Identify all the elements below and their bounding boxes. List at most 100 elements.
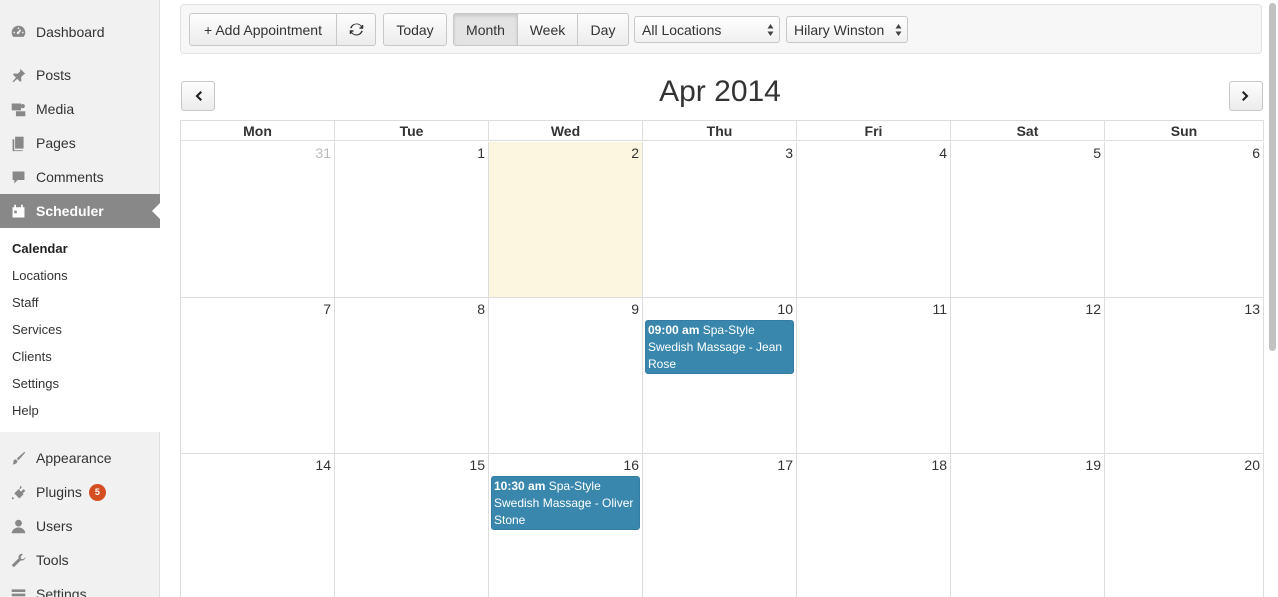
day-number: 18 xyxy=(931,457,947,473)
menu-scheduler[interactable]: Scheduler xyxy=(0,194,160,228)
day-cell[interactable]: 17 xyxy=(643,454,797,597)
day-number: 7 xyxy=(323,301,331,317)
day-cell[interactable]: 19 xyxy=(951,454,1105,597)
weekday-header: Mon xyxy=(181,120,335,141)
day-cell[interactable]: 10 09:00 am Spa-Style Swedish Massage - J… xyxy=(643,298,797,454)
location-select[interactable]: All Locations xyxy=(634,16,780,43)
submenu-clients[interactable]: Clients xyxy=(12,349,52,364)
menu-media[interactable]: Media xyxy=(0,92,160,126)
day-cell[interactable]: 13 xyxy=(1105,298,1264,454)
refresh-button[interactable] xyxy=(336,13,376,46)
menu-pages[interactable]: Pages xyxy=(0,126,160,160)
day-number: 1 xyxy=(477,145,485,161)
menu-label: Pages xyxy=(36,135,76,151)
day-cell[interactable]: 11 xyxy=(797,298,951,454)
day-number: 20 xyxy=(1244,457,1260,473)
media-icon xyxy=(9,100,27,118)
select-arrows-icon xyxy=(767,24,774,36)
menu-label: Settings xyxy=(36,586,87,597)
weekday-header: Tue xyxy=(335,120,489,141)
view-day-button[interactable]: Day xyxy=(577,13,629,46)
menu-settings[interactable]: Settings xyxy=(0,577,160,597)
menu-users[interactable]: Users xyxy=(0,509,160,543)
day-cell[interactable]: 16 10:30 am Spa-Style Swedish Massage - O… xyxy=(489,454,643,597)
day-number: 10 xyxy=(777,301,793,317)
menu-label: Users xyxy=(36,518,73,534)
weekday-header: Thu xyxy=(643,120,797,141)
appointment-event[interactable]: 09:00 am Spa-Style Swedish Massage - Jea… xyxy=(645,320,794,374)
day-number: 8 xyxy=(477,301,485,317)
day-cell[interactable]: 8 xyxy=(335,298,489,454)
menu-label: Scheduler xyxy=(36,203,104,219)
weekday-header: Sat xyxy=(951,120,1105,141)
staff-select-value: Hilary Winston xyxy=(794,21,885,38)
menu-label: Media xyxy=(36,101,75,117)
weekday-header: Sun xyxy=(1105,120,1264,141)
user-icon xyxy=(9,517,27,535)
menu-dashboard[interactable]: Dashboard xyxy=(0,15,160,49)
prev-month-button[interactable] xyxy=(181,81,215,111)
update-count-badge: 5 xyxy=(88,483,106,501)
day-cell[interactable]: 1 xyxy=(335,142,489,298)
weekday-header: Wed xyxy=(489,120,643,141)
plugin-icon xyxy=(9,483,27,501)
submenu-settings[interactable]: Settings xyxy=(12,376,59,391)
day-number: 3 xyxy=(785,145,793,161)
scrollbar-thumb[interactable] xyxy=(1269,3,1276,351)
day-cell[interactable]: 6 xyxy=(1105,142,1264,298)
event-time: 09:00 am xyxy=(648,323,700,337)
day-number: 5 xyxy=(1093,145,1101,161)
menu-label: Plugins xyxy=(36,484,82,500)
day-cell[interactable]: 9 xyxy=(489,298,643,454)
submenu-services[interactable]: Services xyxy=(12,322,62,337)
today-button[interactable]: Today xyxy=(383,13,447,46)
staff-select[interactable]: Hilary Winston xyxy=(786,16,908,43)
submenu-locations[interactable]: Locations xyxy=(12,268,68,283)
view-week-button[interactable]: Week xyxy=(517,13,578,46)
calendar-icon xyxy=(9,202,27,220)
chevron-left-icon xyxy=(195,91,202,101)
add-appointment-button[interactable]: + Add Appointment xyxy=(189,13,337,46)
dashboard-icon xyxy=(9,23,27,41)
day-cell[interactable]: 7 xyxy=(181,298,335,454)
day-cell[interactable]: 3 xyxy=(643,142,797,298)
day-cell[interactable]: 12 xyxy=(951,298,1105,454)
day-number: 9 xyxy=(631,301,639,317)
day-cell[interactable]: 15 xyxy=(335,454,489,597)
calendar-title: Apr 2014 xyxy=(659,75,781,108)
menu-posts[interactable]: Posts xyxy=(0,58,160,92)
next-month-button[interactable] xyxy=(1229,81,1263,111)
menu-plugins[interactable]: Plugins 5 xyxy=(0,475,160,509)
pages-icon xyxy=(9,134,27,152)
menu-label: Comments xyxy=(36,169,104,185)
day-number: 31 xyxy=(315,145,331,161)
day-cell[interactable]: 31 xyxy=(181,142,335,298)
view-month-button[interactable]: Month xyxy=(453,13,518,46)
submenu-staff[interactable]: Staff xyxy=(12,295,39,310)
day-cell-today[interactable]: 2 xyxy=(489,142,643,298)
day-number: 17 xyxy=(777,457,793,473)
refresh-icon xyxy=(349,23,363,36)
menu-appearance[interactable]: Appearance xyxy=(0,441,160,475)
day-number: 2 xyxy=(631,145,639,161)
appointment-event[interactable]: 10:30 am Spa-Style Swedish Massage - Oli… xyxy=(491,476,640,530)
day-cell[interactable]: 14 xyxy=(181,454,335,597)
pin-icon xyxy=(9,66,27,84)
submenu-help[interactable]: Help xyxy=(12,403,39,418)
menu-tools[interactable]: Tools xyxy=(0,543,160,577)
day-cell[interactable]: 18 xyxy=(797,454,951,597)
event-time: 10:30 am xyxy=(494,479,546,493)
month-grid: Mon Tue Wed Thu Fri Sat Sun 31 1 2 3 4 5 6 7 8 9 10 09:00 … xyxy=(180,120,1264,597)
brush-icon xyxy=(9,449,27,467)
calendar-toolbar: + Add Appointment Today Month Week Day A… xyxy=(180,4,1262,54)
menu-label: Tools xyxy=(36,552,69,568)
menu-label: Appearance xyxy=(36,450,112,466)
submenu-calendar[interactable]: Calendar xyxy=(12,241,68,256)
day-number: 4 xyxy=(939,145,947,161)
admin-sidebar: Dashboard Posts Media Pages Comments Sch… xyxy=(0,0,160,597)
menu-comments[interactable]: Comments xyxy=(0,160,160,194)
page-scrollbar[interactable] xyxy=(1266,0,1278,597)
day-cell[interactable]: 5 xyxy=(951,142,1105,298)
day-cell[interactable]: 20 xyxy=(1105,454,1264,597)
day-cell[interactable]: 4 xyxy=(797,142,951,298)
